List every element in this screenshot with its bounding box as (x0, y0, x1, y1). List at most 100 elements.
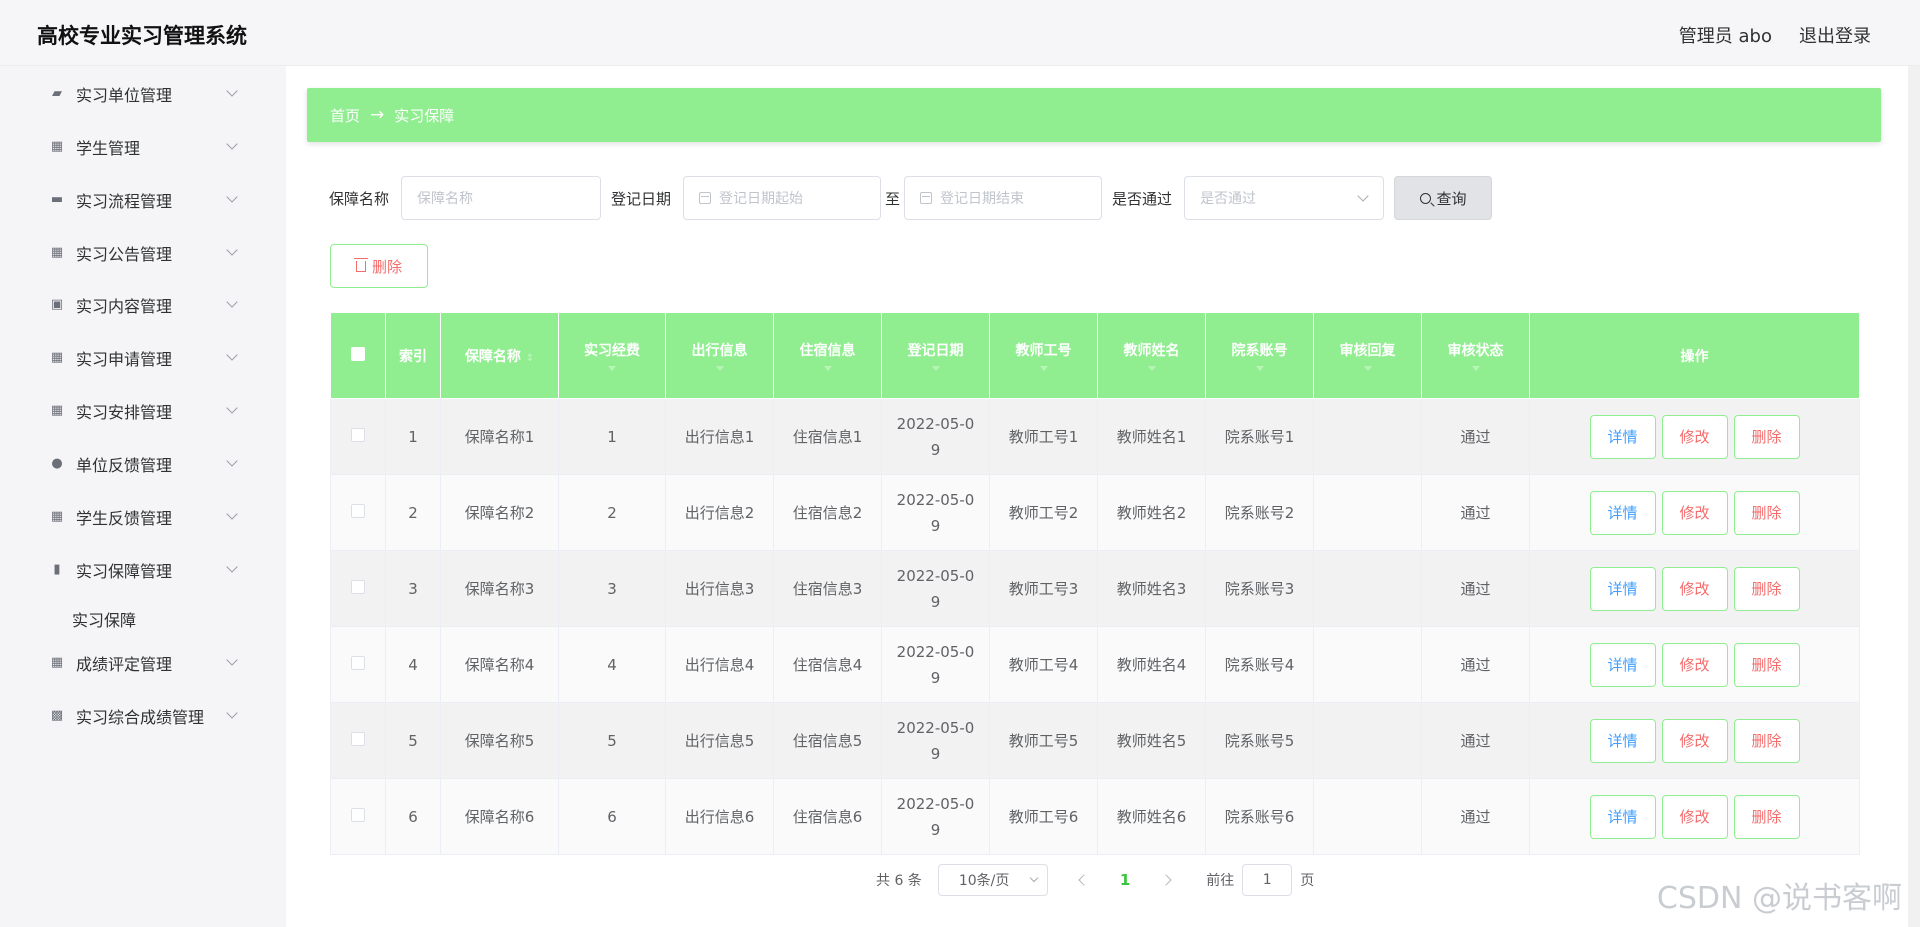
sort-icon[interactable] (715, 366, 724, 371)
clipboard-icon: ▣ (50, 297, 64, 312)
sidebar-item[interactable]: ▣ 实习内容管理 (0, 285, 286, 325)
detail-button[interactable]: 详情 (1589, 718, 1656, 763)
logout-link[interactable]: 退出登录 (1799, 22, 1871, 48)
query-button-label: 查询 (1436, 189, 1467, 208)
row-checkbox[interactable] (351, 579, 365, 594)
edit-button[interactable]: 修改 (1661, 642, 1728, 687)
header-review-reply[interactable]: 审核回复 (1313, 312, 1422, 399)
header-dept-account[interactable]: 院系账号 (1205, 312, 1314, 399)
pass-filter-select[interactable]: 是否通过 (1184, 176, 1385, 220)
header-travel[interactable]: 出行信息 (665, 312, 774, 399)
table-row[interactable]: 4 保障名称4 4 出行信息4 住宿信息4 2022-05-09 教师工号4 教师姓名4 院系账… (330, 626, 1860, 703)
delete-button[interactable]: 删除 (1733, 414, 1800, 459)
sidebar-item[interactable]: ▦ 实习公告管理 (0, 233, 286, 273)
table-row[interactable]: 5 保障名称5 5 出行信息5 住宿信息5 2022-05-09 教师工号5 教师姓名5 院系账… (330, 702, 1860, 779)
chevron-down-icon (226, 85, 238, 97)
cell-lodging: 住宿信息2 (773, 474, 882, 551)
header-review-status[interactable]: 审核状态 (1421, 312, 1530, 399)
sort-icon[interactable] (1039, 366, 1048, 371)
grid-icon: ▦ (50, 139, 64, 154)
next-page-icon[interactable] (1160, 874, 1172, 886)
detail-button[interactable]: 详情 (1589, 566, 1656, 611)
date-end-input[interactable]: 登记日期结束 (904, 176, 1103, 220)
name-filter-input[interactable]: 保障名称 (401, 176, 602, 220)
detail-button[interactable]: 详情 (1589, 414, 1656, 459)
row-checkbox[interactable] (351, 807, 365, 822)
table-header-row: 索引 保障名称 ↕ 实习经费 出行信息 住宿信息 登记日期 教师工号 教师姓名 … (330, 312, 1860, 399)
sort-icon[interactable] (1363, 366, 1372, 371)
table-row[interactable]: 2 保障名称2 2 出行信息2 住宿信息2 2022-05-09 教师工号2 教师姓名2 院系账… (330, 474, 1860, 551)
sidebar-item[interactable]: ▦ 学生反馈管理 (0, 497, 286, 537)
row-checkbox[interactable] (351, 427, 365, 442)
chevron-down-icon (1029, 873, 1039, 883)
header-name[interactable]: 保障名称 ↕ (440, 312, 559, 399)
table-row[interactable]: 6 保障名称6 6 出行信息6 住宿信息6 2022-05-09 教师工号6 教师姓名6 院系账… (330, 778, 1860, 855)
sort-icon[interactable] (1147, 366, 1156, 371)
edit-button[interactable]: 修改 (1661, 794, 1728, 839)
cell-travel: 出行信息4 (665, 626, 774, 703)
sort-icon[interactable] (1255, 366, 1264, 371)
detail-button[interactable]: 详情 (1589, 794, 1656, 839)
admin-user-label[interactable]: 管理员 abo (1679, 22, 1772, 48)
select-all-checkbox[interactable] (351, 346, 365, 361)
cell-review-reply (1313, 702, 1422, 779)
sidebar-item[interactable]: ▦ 学生管理 (0, 127, 286, 167)
goto-page-input[interactable]: 1 (1242, 864, 1293, 896)
sidebar-item[interactable]: ● 单位反馈管理 (0, 444, 286, 484)
sidebar-item[interactable]: ▩ 实习综合成绩管理 (0, 696, 286, 736)
delete-button[interactable]: 删除 (1733, 794, 1800, 839)
delete-button[interactable]: 删除 (1733, 566, 1800, 611)
cell-date: 2022-05-09 (881, 702, 990, 779)
sidebar-item[interactable]: ▬ 实习流程管理 (0, 180, 286, 220)
page-size-select[interactable]: 10条/页 (937, 864, 1048, 896)
prev-page-icon[interactable] (1078, 874, 1090, 886)
batch-delete-button[interactable]: 删除 (330, 244, 428, 288)
scrollbar[interactable] (1908, 66, 1920, 927)
data-table: 索引 保障名称 ↕ 实习经费 出行信息 住宿信息 登记日期 教师工号 教师姓名 … (330, 312, 1860, 855)
header-teacher-name[interactable]: 教师姓名 (1097, 312, 1206, 399)
delete-button[interactable]: 删除 (1733, 490, 1800, 535)
header-lodging[interactable]: 住宿信息 (773, 312, 882, 399)
edit-button[interactable]: 修改 (1661, 718, 1728, 763)
sidebar-subitem-guarantee[interactable]: 实习保障 (72, 607, 136, 631)
cell-teacher-id: 教师工号2 (989, 474, 1098, 551)
cell-actions: 详情 修改 删除 (1529, 550, 1860, 627)
detail-button[interactable]: 详情 (1589, 490, 1656, 535)
edit-button[interactable]: 修改 (1661, 566, 1728, 611)
sidebar-item[interactable]: ▮ 实习保障管理 (0, 550, 286, 590)
cell-index: 4 (385, 626, 441, 703)
page-number[interactable]: 1 (1120, 871, 1130, 889)
sidebar-item[interactable]: ▦ 成绩评定管理 (0, 643, 286, 683)
detail-button[interactable]: 详情 (1589, 642, 1656, 687)
date-start-input[interactable]: 登记日期起始 (683, 176, 882, 220)
select-all-header (330, 312, 386, 399)
delete-button[interactable]: 删除 (1733, 642, 1800, 687)
date-start-placeholder: 登记日期起始 (719, 191, 804, 207)
sort-icon[interactable] (608, 366, 616, 371)
cell-name: 保障名称6 (440, 778, 559, 855)
cell-date: 2022-05-09 (881, 398, 990, 475)
edit-button[interactable]: 修改 (1661, 490, 1728, 535)
cell-name: 保障名称3 (440, 550, 559, 627)
breadcrumb-home[interactable]: 首页 (330, 105, 360, 126)
sort-icon[interactable] (1471, 366, 1480, 371)
cell-name: 保障名称2 (440, 474, 559, 551)
row-checkbox[interactable] (351, 655, 365, 670)
query-button[interactable]: 查询 (1394, 176, 1493, 220)
sort-icon[interactable] (823, 366, 832, 371)
edit-button[interactable]: 修改 (1661, 414, 1728, 459)
table-row[interactable]: 1 保障名称1 1 出行信息1 住宿信息1 2022-05-09 教师工号1 教师姓名1 院系账… (330, 398, 1860, 475)
header-teacher-id[interactable]: 教师工号 (989, 312, 1098, 399)
header-date[interactable]: 登记日期 (881, 312, 990, 399)
sidebar-item[interactable]: ▦ 实习安排管理 (0, 391, 286, 431)
cell-date-text: 2022-05-09 (896, 490, 975, 535)
delete-button[interactable]: 删除 (1733, 718, 1800, 763)
row-checkbox[interactable] (351, 731, 365, 746)
sort-icon[interactable]: ↕ (526, 353, 534, 364)
table-row[interactable]: 3 保障名称3 3 出行信息3 住宿信息3 2022-05-09 教师工号3 教师姓名3 院系账… (330, 550, 1860, 627)
sort-icon[interactable] (931, 366, 940, 371)
sidebar-item[interactable]: ▦ 实习申请管理 (0, 338, 286, 378)
row-checkbox[interactable] (351, 503, 365, 518)
sidebar-item[interactable]: ▰ 实习单位管理 (0, 74, 286, 114)
header-fee[interactable]: 实习经费 (558, 312, 666, 399)
